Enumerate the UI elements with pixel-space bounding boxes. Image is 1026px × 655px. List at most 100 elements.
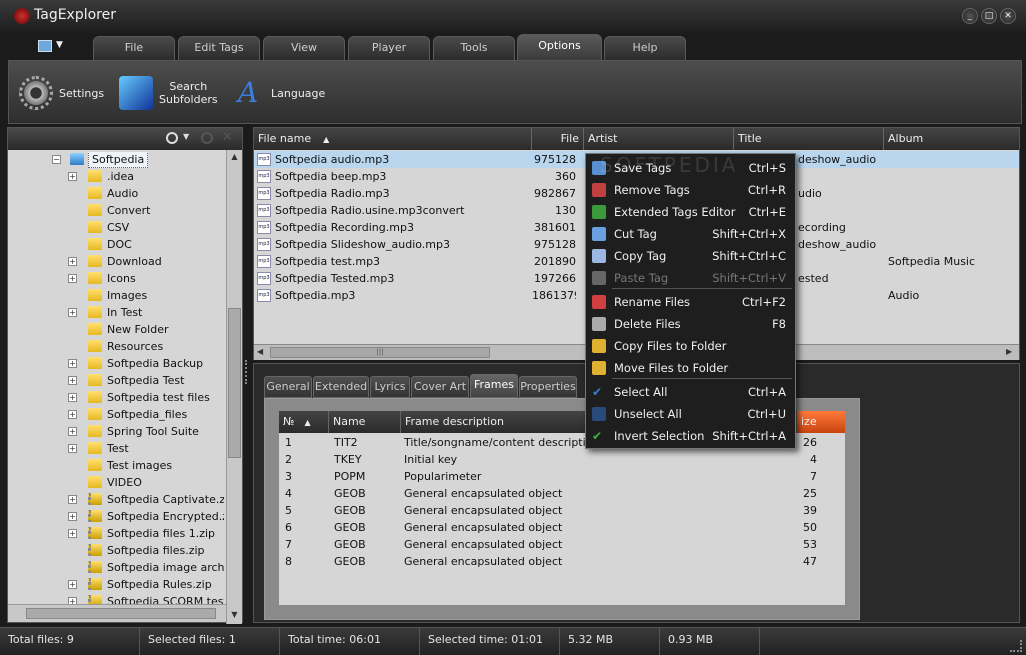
tab-properties[interactable]: Properties: [519, 376, 577, 398]
column-file-name[interactable]: File name ▲: [254, 128, 532, 150]
pane-splitter[interactable]: [245, 360, 249, 384]
settings-button[interactable]: Settings: [19, 69, 104, 117]
history-icon[interactable]: [166, 132, 178, 144]
tab-frames[interactable]: Frames: [470, 374, 518, 398]
tab-cover-art[interactable]: Cover Art: [411, 376, 469, 398]
tab-player[interactable]: Player: [348, 36, 430, 60]
chevron-down-icon[interactable]: ▼: [183, 132, 189, 141]
frame-row[interactable]: 6 GEOB General encapsulated object 50: [279, 519, 845, 536]
resize-grip-icon[interactable]: [1010, 640, 1022, 652]
expand-icon[interactable]: +: [68, 359, 77, 368]
tree-item[interactable]: + Spring Tool Suite: [8, 423, 224, 440]
expand-icon[interactable]: +: [68, 580, 77, 589]
frame-row[interactable]: 4 GEOB General encapsulated object 25: [279, 485, 845, 502]
tree-item[interactable]: Softpedia image archive.: [8, 559, 224, 576]
column-artist[interactable]: Artist: [584, 128, 734, 150]
scroll-down-icon[interactable]: ▼: [228, 610, 241, 622]
expand-icon[interactable]: +: [68, 393, 77, 402]
tab-extended[interactable]: Extended: [313, 376, 369, 398]
tree-item[interactable]: + Softpedia test files: [8, 389, 224, 406]
menu-item-invert-selection[interactable]: ✔ Invert Selection Shift+Ctrl+A: [586, 426, 795, 446]
column-file-size[interactable]: File size: [532, 128, 584, 167]
expand-icon[interactable]: +: [68, 376, 77, 385]
tree-item[interactable]: + Download: [8, 253, 224, 270]
language-button[interactable]: A Language: [231, 69, 325, 117]
minimize-button[interactable]: _: [962, 8, 978, 24]
quick-menu-button[interactable]: ▼: [36, 39, 66, 55]
tree-item[interactable]: Convert: [8, 202, 224, 219]
column-number[interactable]: № ▲: [279, 411, 329, 433]
frame-row[interactable]: 7 GEOB General encapsulated object 53: [279, 536, 845, 553]
column-name[interactable]: Name: [329, 411, 401, 433]
expand-icon[interactable]: +: [68, 308, 77, 317]
tree-item[interactable]: + Softpedia files 1.zip: [8, 525, 224, 542]
menu-item-paste-tag[interactable]: Paste Tag Shift+Ctrl+V: [586, 268, 795, 288]
tab-tools[interactable]: Tools: [433, 36, 515, 60]
tab-general[interactable]: General: [264, 376, 312, 398]
tree-item[interactable]: + Icons: [8, 270, 224, 287]
tab-view[interactable]: View: [263, 36, 345, 60]
menu-item-remove-tags[interactable]: Remove Tags Ctrl+R: [586, 180, 795, 200]
tab-edit-tags[interactable]: Edit Tags: [178, 36, 260, 60]
frame-row[interactable]: 2 TKEY Initial key 4: [279, 451, 845, 468]
menu-item-extended-tags-editor[interactable]: Extended Tags Editor Ctrl+E: [586, 202, 795, 222]
column-size[interactable]: ize: [797, 411, 845, 433]
tree-item[interactable]: VIDEO: [8, 474, 224, 491]
scroll-right-icon[interactable]: ▶: [1006, 347, 1012, 356]
column-album[interactable]: Album: [884, 128, 1019, 150]
expand-icon[interactable]: +: [68, 410, 77, 419]
frame-row[interactable]: 8 GEOB General encapsulated object 47: [279, 553, 845, 570]
menu-item-select-all[interactable]: ✔ Select All Ctrl+A: [586, 382, 795, 402]
search-subfolders-button[interactable]: Search Subfolders: [119, 69, 218, 117]
scroll-up-icon[interactable]: ▲: [228, 152, 241, 164]
tree-item[interactable]: − Softpedia: [8, 152, 224, 168]
frame-row[interactable]: 5 GEOB General encapsulated object 39: [279, 502, 845, 519]
tree-item[interactable]: New Folder: [8, 321, 224, 338]
tree-item[interactable]: + Softpedia Test: [8, 372, 224, 389]
tree-hscroll-thumb[interactable]: [26, 608, 216, 619]
expand-icon[interactable]: +: [68, 274, 77, 283]
tab-lyrics[interactable]: Lyrics: [370, 376, 410, 398]
file-hscroll-thumb[interactable]: |||: [270, 347, 490, 358]
tree-item[interactable]: Images: [8, 287, 224, 304]
menu-item-unselect-all[interactable]: Unselect All Ctrl+U: [586, 404, 795, 424]
menu-item-cut-tag[interactable]: Cut Tag Shift+Ctrl+X: [586, 224, 795, 244]
tree-item[interactable]: CSV: [8, 219, 224, 236]
refresh-icon[interactable]: [201, 132, 213, 144]
menu-item-copy-tag[interactable]: Copy Tag Shift+Ctrl+C: [586, 246, 795, 266]
frame-row[interactable]: 3 POPM Popularimeter 7: [279, 468, 845, 485]
tree-item[interactable]: + Softpedia Backup: [8, 355, 224, 372]
tree-item[interactable]: + Softpedia Encrypted.zip: [8, 508, 224, 525]
expand-icon[interactable]: +: [68, 512, 77, 521]
close-button[interactable]: ✕: [1000, 8, 1016, 24]
tree-item[interactable]: + In Test: [8, 304, 224, 321]
menu-item-delete-files[interactable]: Delete Files F8: [586, 314, 795, 334]
maximize-button[interactable]: □: [981, 8, 997, 24]
tree-item[interactable]: DOC: [8, 236, 224, 253]
scroll-left-icon[interactable]: ◀: [257, 347, 263, 356]
menu-item-rename-files[interactable]: Rename Files Ctrl+F2: [586, 292, 795, 312]
expand-icon[interactable]: +: [68, 529, 77, 538]
tree-item[interactable]: Softpedia files.zip: [8, 542, 224, 559]
tab-help[interactable]: Help: [604, 36, 686, 60]
tree-item[interactable]: Test images: [8, 457, 224, 474]
tree-item[interactable]: + Softpedia Rules.zip: [8, 576, 224, 593]
tree-item[interactable]: + Softpedia_files: [8, 406, 224, 423]
expand-icon[interactable]: +: [68, 257, 77, 266]
tree-item[interactable]: Audio: [8, 185, 224, 202]
tree-item[interactable]: + Softpedia Captivate.zip: [8, 491, 224, 508]
tree-scroll-thumb[interactable]: [228, 308, 241, 458]
expand-icon[interactable]: +: [68, 427, 77, 436]
tree-item[interactable]: Resources: [8, 338, 224, 355]
expand-icon[interactable]: +: [68, 495, 77, 504]
menu-item-copy-files-to-folder[interactable]: Copy Files to Folder: [586, 336, 795, 356]
tab-options[interactable]: Options: [517, 34, 602, 60]
tree-scrollbar[interactable]: ▲ ▼: [226, 150, 242, 624]
column-title[interactable]: Title: [734, 128, 884, 150]
tree-item[interactable]: + Test: [8, 440, 224, 457]
expand-icon[interactable]: +: [68, 444, 77, 453]
expand-icon[interactable]: +: [68, 172, 77, 181]
collapse-icon[interactable]: −: [52, 155, 61, 164]
menu-item-move-files-to-folder[interactable]: Move Files to Folder: [586, 358, 795, 378]
tab-file[interactable]: File: [93, 36, 175, 60]
